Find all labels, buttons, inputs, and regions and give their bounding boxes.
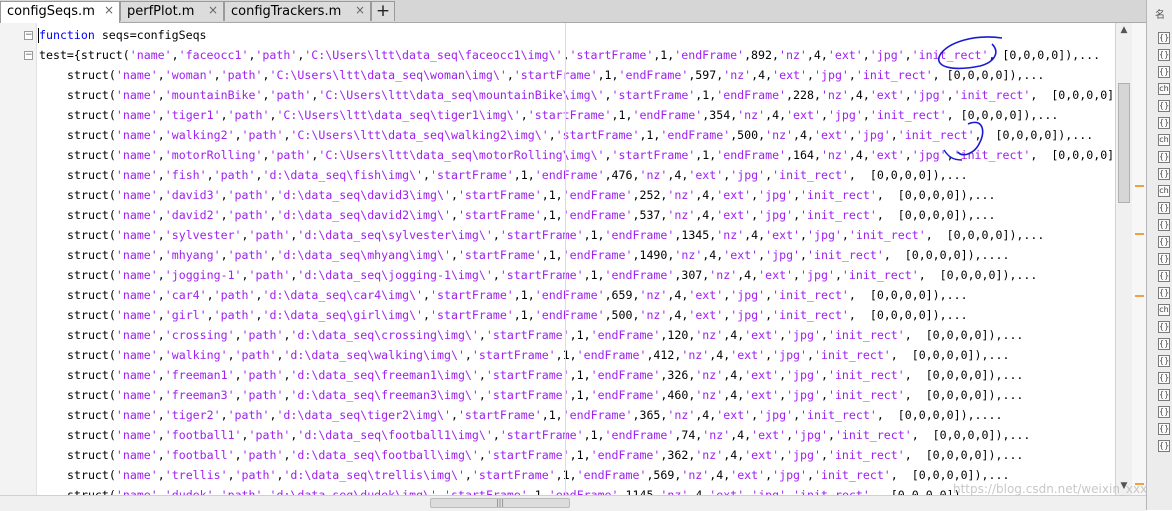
- function-icon[interactable]: {}: [1158, 100, 1170, 112]
- function-icon[interactable]: {}: [1158, 49, 1170, 61]
- scroll-up-arrow-icon[interactable]: ▲: [1119, 25, 1129, 35]
- function-icon[interactable]: {}: [1158, 423, 1170, 435]
- code-line: struct('name','david3','path','d:\data_s…: [67, 188, 996, 202]
- function-icon[interactable]: {}: [1158, 287, 1170, 299]
- file-icon[interactable]: ch: [1158, 304, 1170, 316]
- close-icon[interactable]: ×: [353, 4, 367, 18]
- tab-perfplot[interactable]: perfPlot.m ×: [120, 1, 224, 21]
- right-side-panel: 名 {} {} {} ch {} {} ch {} {} ch {} {} {} {} {} {} ch {} {}…: [1146, 0, 1172, 510]
- function-icon[interactable]: {}: [1158, 151, 1170, 163]
- tab-configtrackers[interactable]: configTrackers.m ×: [224, 1, 371, 21]
- function-icon[interactable]: {}: [1158, 321, 1170, 333]
- add-tab-button[interactable]: +: [371, 1, 395, 21]
- function-icon[interactable]: {}: [1158, 168, 1170, 180]
- change-marker-strip: [1132, 23, 1146, 495]
- function-icon[interactable]: {}: [1158, 117, 1170, 129]
- code-line: struct('name','mountainBike','path','C:\…: [67, 88, 1115, 102]
- function-icon[interactable]: {}: [1158, 440, 1170, 452]
- panel-header-label: 名: [1155, 10, 1165, 21]
- code-line: struct('name','motorRolling','path','C:\…: [67, 148, 1115, 162]
- code-line: struct('name','crossing','path','d:\data…: [67, 328, 1024, 342]
- change-marker[interactable]: [1135, 295, 1144, 297]
- code-line: struct('name','walking','path','d:\data_…: [67, 348, 1010, 362]
- code-line: struct('name','jogging-1','path','d:\dat…: [67, 268, 1038, 282]
- code-line: struct('name','football','path','d:\data…: [67, 448, 1024, 462]
- code-line: struct('name','fish','path','d:\data_seq…: [67, 168, 968, 182]
- file-icon[interactable]: ch: [1158, 83, 1170, 95]
- tab-label: configSeqs.m: [7, 4, 95, 19]
- code-line: struct('name','sylvester','path','d:\dat…: [67, 228, 1045, 242]
- code-text: seqs=configSeqs: [94, 28, 207, 42]
- file-icon[interactable]: ch: [1158, 185, 1170, 197]
- code-line: struct('name','david2','path','d:\data_s…: [67, 208, 996, 222]
- vertical-scrollbar[interactable]: ▲ ▼: [1115, 23, 1133, 495]
- close-icon[interactable]: ×: [206, 4, 220, 18]
- function-icon[interactable]: {}: [1158, 372, 1170, 384]
- change-marker[interactable]: [1135, 233, 1144, 235]
- editor-tab-bar: configSeqs.m × perfPlot.m × configTracke…: [0, 0, 1172, 23]
- code-line: struct('name','woman','path','C:\Users\l…: [67, 68, 1045, 82]
- code-line: struct('name','tiger2','path','d:\data_s…: [67, 408, 1003, 422]
- function-icon[interactable]: {}: [1158, 219, 1170, 231]
- tab-label: perfPlot.m: [127, 4, 195, 19]
- scrollbar-thumb[interactable]: |||: [430, 498, 570, 508]
- code-line: struct('name','freeman3','path','d:\data…: [67, 388, 1024, 402]
- scrollbar-thumb[interactable]: [1118, 83, 1130, 203]
- function-icon[interactable]: {}: [1158, 389, 1170, 401]
- code-line: struct('name','girl','path','d:\data_seq…: [67, 308, 968, 322]
- tab-configseqs[interactable]: configSeqs.m ×: [0, 1, 120, 23]
- code-line: struct('name','tiger1','path','C:\Users\…: [67, 108, 1059, 122]
- code-line: test={struct('name','faceocc1','path','C…: [39, 48, 1101, 62]
- function-icon[interactable]: {}: [1158, 66, 1170, 78]
- code-line: struct('name','football1','path','d:\dat…: [67, 428, 1031, 442]
- fold-collapse-icon[interactable]: −: [24, 31, 33, 40]
- function-icon[interactable]: {}: [1158, 355, 1170, 367]
- horizontal-scrollbar[interactable]: |||: [0, 495, 1146, 511]
- keyword-function: function: [39, 28, 95, 42]
- function-icon[interactable]: {}: [1158, 270, 1170, 282]
- function-icon[interactable]: {}: [1158, 253, 1170, 265]
- function-icon[interactable]: {}: [1158, 338, 1170, 350]
- function-icon[interactable]: {}: [1158, 32, 1170, 44]
- text-cursor: [38, 28, 39, 43]
- file-icon[interactable]: ch: [1158, 134, 1170, 146]
- function-icon[interactable]: {}: [1158, 202, 1170, 214]
- code-line: struct('name','dudek','path','d:\data_se…: [67, 488, 989, 495]
- code-line: function seqs=configSeqs: [39, 25, 207, 45]
- watermark: https://blog.csdn.net/weixin_xxx: [953, 482, 1148, 496]
- change-marker[interactable]: [1135, 185, 1144, 187]
- code-editor[interactable]: function seqs=configSeqs test={struct('n…: [37, 23, 1115, 495]
- tab-label: configTrackers.m: [231, 4, 342, 19]
- function-icon[interactable]: {}: [1158, 406, 1170, 418]
- code-line: struct('name','walking2','path','C:\User…: [67, 128, 1094, 142]
- close-icon[interactable]: ×: [102, 4, 116, 18]
- code-line: struct('name','trellis','path','d:\data_…: [67, 468, 1010, 482]
- code-line: struct('name','freeman1','path','d:\data…: [67, 368, 1024, 382]
- fold-collapse-icon[interactable]: −: [24, 51, 33, 60]
- right-margin-guide: [565, 23, 566, 495]
- function-icon[interactable]: {}: [1158, 236, 1170, 248]
- code-line: struct('name','car4','path','d:\data_seq…: [67, 288, 968, 302]
- editor-gutter: − −: [0, 23, 37, 495]
- code-line: struct('name','mhyang','path','d:\data_s…: [67, 248, 1010, 262]
